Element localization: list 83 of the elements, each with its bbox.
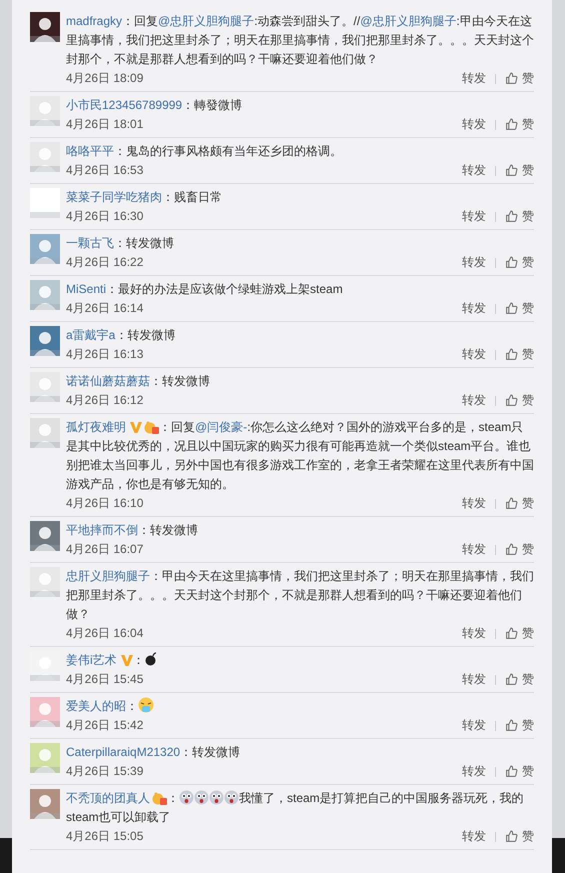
comment-time: 4月26日 16:14	[66, 300, 144, 317]
like-button[interactable]: 赞	[505, 299, 534, 318]
repost-link[interactable]: 转发	[462, 207, 486, 226]
like-button[interactable]: 赞	[505, 540, 534, 559]
repost-link[interactable]: 转发	[462, 161, 486, 180]
comment-time: 4月26日 15:39	[66, 763, 144, 780]
comment-text: madfragky：回复@忠肝义胆狗腿子:动森尝到甜头了。//@忠肝义胆狗腿子:甲由今天在这里搞事情，我们把这里封杀了；明天在那里搞事情，我们把那里封杀了。。。天天封这个封那个，不就是那群人想看到的吗？干嘛还要迎着他们做？	[66, 13, 534, 68]
comment-text: 忠肝义胆狗腿子：甲由今天在这里搞事情，我们把这里封杀了；明天在那里搞事情，我们把那里封杀了。。。天天封这个封那个，不就是那群人想看到的吗？干嘛还要迎着他们做？	[66, 568, 534, 623]
comment-text: 姜伟i艺术 ：	[66, 651, 534, 670]
comment-time: 4月26日 18:09	[66, 70, 144, 87]
like-button[interactable]: 赞	[505, 391, 534, 410]
repost-link[interactable]: 转发	[462, 540, 486, 559]
like-button[interactable]: 赞	[505, 161, 534, 180]
comment-text: 不秃顶的团真人 ： 我懂了，steam是打算把自己的中国服务器玩死，我的steam也可以卸载了	[66, 789, 525, 826]
verified-icon	[130, 422, 142, 433]
thumbs-up-icon	[505, 348, 518, 361]
comment-text: 孤灯夜难明 ：回复@闫俊豪-:你怎么这么绝对？国外的游戏平台多的是，steam只是其中比较优秀的，况且以中国玩家的购买力很有可能再造就一个类似steam平台。谁也别把谁太当回事儿，另外中国也有很多游戏工作室的，老拿王者荣耀在这里代表所有中国游戏产品，你也是有够无知的。	[66, 419, 534, 493]
thumbs-up-icon	[505, 118, 518, 131]
like-button[interactable]: 赞	[505, 345, 534, 364]
thumbs-up-icon	[505, 765, 518, 778]
comment-text: 诺诺仙蘑菇蘑菇：转发微博	[66, 373, 211, 390]
emoji-icon	[138, 697, 154, 713]
comment-text: 爱美人的昭：	[66, 697, 534, 716]
repost-link[interactable]: 转发	[462, 494, 486, 513]
thumbs-up-icon	[505, 543, 518, 556]
comment-time: 4月26日 16:13	[66, 346, 144, 363]
comment-time: 4月26日 15:05	[66, 828, 144, 845]
repost-link[interactable]: 转发	[462, 624, 486, 643]
repost-link[interactable]: 转发	[462, 299, 486, 318]
comment-text: 一颗古飞：转发微博	[66, 235, 175, 252]
comment-time: 4月26日 16:53	[66, 162, 144, 179]
thumbs-up-icon	[505, 72, 518, 85]
thumbs-up-icon	[505, 627, 518, 640]
repost-link[interactable]: 转发	[462, 391, 486, 410]
comment-text: 小市民123456789999：轉發微博	[66, 97, 244, 114]
comment-text: 咯咯平平：鬼岛的行事风格颇有当年还乡团的格调。	[66, 143, 343, 160]
emoji-icon	[179, 790, 194, 805]
like-button[interactable]: 赞	[505, 716, 534, 735]
bomb-icon	[144, 652, 157, 666]
verified-icon	[120, 655, 133, 666]
comment-time: 4月26日 18:01	[66, 116, 144, 133]
emoji-icon	[224, 790, 239, 805]
thumbs-up-icon	[505, 394, 518, 407]
like-button[interactable]: 赞	[505, 69, 534, 88]
comment-text: a雷戴宇a：转发微博	[66, 327, 176, 344]
repost-link[interactable]: 转发	[462, 716, 486, 735]
thumbs-up-icon	[505, 673, 518, 686]
comment-time: 4月26日 16:07	[66, 541, 144, 558]
repost-link[interactable]: 转发	[462, 762, 486, 781]
comment-time: 4月26日 16:04	[66, 625, 144, 642]
thumbs-up-icon	[505, 719, 518, 732]
comment-text: CaterpillaraiqM21320：转发微博	[66, 744, 242, 761]
emoji-icon	[194, 790, 209, 805]
thumbs-up-icon	[505, 497, 518, 510]
repost-link[interactable]: 转发	[462, 345, 486, 364]
repost-link[interactable]: 转发	[462, 253, 486, 272]
repost-link[interactable]: 转发	[462, 670, 486, 689]
thumbs-up-icon	[505, 164, 518, 177]
comment-time: 4月26日 16:22	[66, 254, 144, 271]
thumbs-up-icon	[505, 210, 518, 223]
thumbs-up-icon	[505, 302, 518, 315]
like-button[interactable]: 赞	[505, 762, 534, 781]
thumbs-up-icon	[505, 256, 518, 269]
repost-link[interactable]: 转发	[462, 69, 486, 88]
like-button[interactable]: 赞	[505, 115, 534, 134]
like-button[interactable]: 赞	[505, 207, 534, 226]
comment-text: 菜菜子同学吃猪肉：贱畜日常	[66, 189, 223, 206]
like-button[interactable]: 赞	[505, 670, 534, 689]
comment-text: MiSenti：最好的办法是应该做个绿蛙游戏上架steam	[66, 281, 344, 298]
like-button[interactable]: 赞	[505, 494, 534, 513]
repost-link[interactable]: 转发	[462, 115, 486, 134]
like-button[interactable]: 赞	[505, 624, 534, 643]
comment-time: 4月26日 15:42	[66, 717, 144, 734]
comment-time: 4月26日 15:45	[66, 671, 144, 688]
like-button[interactable]: 赞	[505, 827, 534, 846]
comment-time: 4月26日 16:12	[66, 392, 144, 409]
repost-link[interactable]: 转发	[462, 827, 486, 846]
emoji-icon	[209, 790, 224, 805]
comment-text: 平地摔而不倒：转发微博	[66, 522, 199, 539]
comment-time: 4月26日 16:10	[66, 495, 144, 512]
thumbs-up-icon	[505, 830, 518, 843]
like-button[interactable]: 赞	[505, 253, 534, 272]
comment-time: 4月26日 16:30	[66, 208, 144, 225]
